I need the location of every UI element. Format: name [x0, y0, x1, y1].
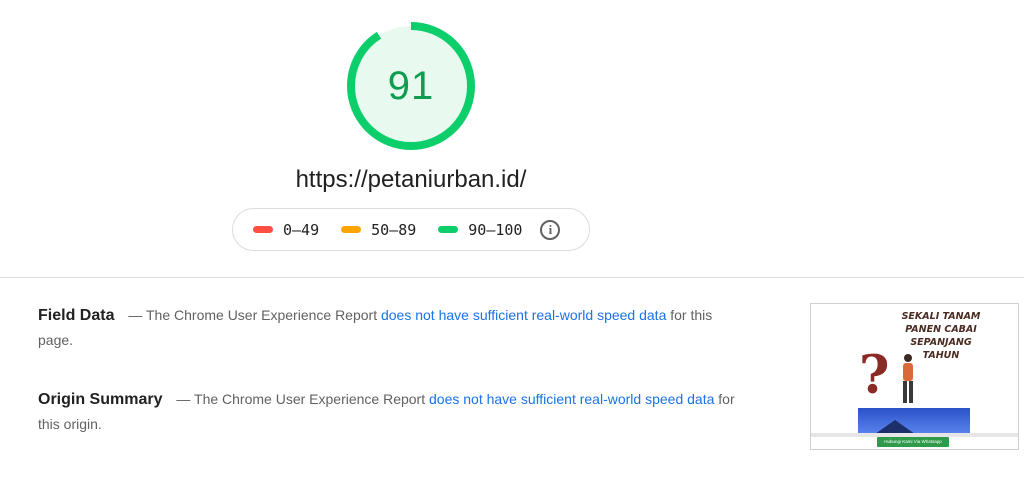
legend-pass-marker	[438, 226, 459, 233]
info-icon[interactable]: i	[540, 219, 561, 240]
legend-average-label: 50–89	[371, 220, 417, 239]
field-data-link[interactable]: does not have sufficient real-world spee…	[381, 307, 666, 323]
field-data-title: Field Data	[38, 307, 115, 324]
legend-item-average: 50–89	[341, 221, 416, 239]
field-data-section: Field Data — The Chrome User Experience …	[38, 303, 738, 353]
thumbnail-line-2: PANEN CABAI	[905, 324, 977, 335]
score-legend: 0–49 50–89 90–100 i	[232, 208, 590, 251]
legend-item-pass: 90–100	[438, 221, 522, 239]
origin-summary-link[interactable]: does not have sufficient real-world spee…	[429, 391, 714, 407]
performance-score-gauge: 91	[346, 21, 476, 151]
page-screenshot-thumbnail: SEKALI TANAM PANEN CABAI SEPANJANG TAHUN…	[810, 303, 1019, 450]
origin-summary-section: Origin Summary — The Chrome User Experie…	[38, 387, 738, 437]
thumbnail-line-1: SEKALI TANAM	[901, 311, 981, 322]
legend-pass-label: 90–100	[468, 220, 523, 239]
thumbnail-whatsapp-button: Hubungi Kami Via Whatsapp	[877, 437, 949, 447]
tested-url: https://petaniurban.id/	[295, 166, 527, 193]
thumbnail-line-3: SEPANJANG	[910, 337, 972, 348]
legend-average-marker	[341, 226, 362, 233]
mountain-shape	[875, 420, 915, 434]
field-data-prefix: — The Chrome User Experience Report	[128, 307, 378, 323]
legend-item-fail: 0–49	[253, 221, 319, 239]
legend-fail-marker	[253, 226, 273, 233]
question-mark-illustration: ?	[859, 345, 890, 406]
origin-summary-title: Origin Summary	[38, 391, 163, 408]
person-illustration	[903, 354, 913, 403]
origin-summary-prefix: — The Chrome User Experience Report	[176, 391, 426, 407]
performance-score: 91	[387, 63, 435, 108]
section-divider	[0, 277, 1024, 278]
legend-fail-label: 0–49	[283, 220, 320, 239]
